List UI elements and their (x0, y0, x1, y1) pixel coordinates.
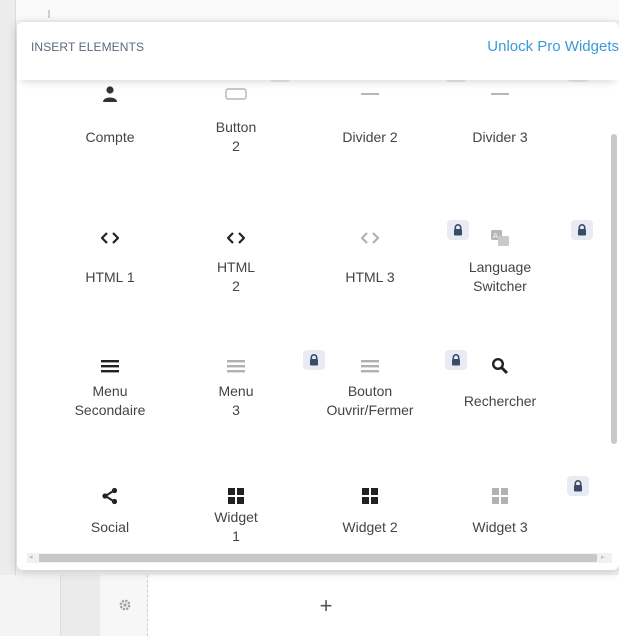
lock-icon (567, 476, 589, 496)
element-tile[interactable]: Menu 3 (171, 338, 325, 458)
element-tile[interactable]: Rechercher (435, 338, 565, 458)
menu-icon (224, 356, 248, 376)
vertical-scrollbar[interactable] (611, 134, 617, 444)
builder-column (60, 575, 100, 636)
element-tile[interactable]: Divider 3 (435, 80, 589, 200)
builder-top-bar (0, 0, 619, 20)
element-tile[interactable]: Bouton Ouvrir/Fermer (305, 338, 467, 458)
element-tile-label: Menu 3 (218, 383, 254, 418)
divider-icon (488, 84, 512, 104)
element-tile[interactable]: HTML 3 (305, 208, 469, 328)
lock-icon (567, 80, 589, 82)
element-tile[interactable]: Widget 1 (171, 466, 301, 550)
element-tile[interactable]: A Language Switcher (435, 208, 593, 328)
element-tile-label: Widget 3 (472, 519, 528, 535)
element-tile[interactable]: Widget 3 (435, 466, 589, 550)
element-tile-label: Compte (85, 129, 135, 145)
widget-icon (488, 486, 512, 506)
element-tile[interactable]: HTML 1 (45, 208, 175, 328)
element-tile-label: Menu Secondaire (74, 383, 146, 418)
lock-icon (571, 220, 593, 240)
builder-row (0, 575, 619, 636)
element-tile[interactable]: HTML 2 (171, 208, 301, 328)
element-tile[interactable]: Social (45, 466, 175, 550)
builder-drop-area[interactable] (148, 575, 619, 636)
code-icon (224, 228, 248, 248)
scroll-right-arrow-icon[interactable]: ▸ (601, 554, 609, 562)
element-tile[interactable]: Button 2 (171, 80, 301, 200)
element-tile-label: Widget 2 (342, 519, 398, 535)
builder-ruler-tick (48, 10, 50, 18)
element-tile-label: Language Switcher (468, 259, 532, 294)
button-icon (224, 84, 248, 104)
element-tile-label: Divider 2 (342, 129, 398, 145)
element-tile-label: Divider 3 (472, 129, 528, 145)
element-tile[interactable]: Compte (45, 80, 175, 200)
code-icon (358, 228, 382, 248)
insert-elements-panel: INSERT ELEMENTS Unlock Pro Widgets Compt… (17, 22, 619, 570)
panel-header: INSERT ELEMENTS Unlock Pro Widgets (17, 22, 619, 80)
element-tile-label: HTML 3 (345, 269, 395, 285)
builder-left-strip (0, 0, 16, 636)
code-icon (98, 228, 122, 248)
element-tile[interactable]: Widget 2 (305, 466, 435, 550)
horizontal-scrollbar-thumb[interactable] (39, 554, 597, 562)
widget-icon (358, 486, 382, 506)
scroll-left-arrow-icon[interactable]: ◂ (29, 554, 37, 562)
add-element-button[interactable]: + (316, 595, 336, 617)
elements-grid: Compte Button 2 Divider 2 Divider 3 HTML 1 HT… (17, 80, 609, 550)
gear-icon[interactable] (117, 598, 133, 614)
element-tile-label: Button 2 (215, 119, 257, 154)
svg-text:A: A (493, 232, 498, 240)
lock-icon (269, 80, 291, 82)
element-tile[interactable]: Menu Secondaire (45, 338, 175, 458)
menu-icon (358, 356, 382, 376)
element-tile-label: Rechercher (463, 393, 537, 409)
search-icon (488, 356, 512, 376)
share-icon (98, 486, 122, 506)
element-tile-label: HTML 1 (85, 269, 135, 285)
menu-icon (98, 356, 122, 376)
divider-icon (358, 84, 382, 104)
panel-title: INSERT ELEMENTS (31, 40, 145, 54)
element-tile-label: Bouton Ouvrir/Fermer (326, 383, 414, 418)
unlock-pro-widgets-link[interactable]: Unlock Pro Widgets (487, 38, 619, 55)
widget-icon (224, 486, 248, 506)
element-tile-label: Widget 1 (214, 509, 258, 544)
element-tile[interactable]: Divider 2 (305, 80, 467, 200)
language-icon: A (488, 228, 512, 248)
element-tile-label: Social (90, 519, 130, 535)
element-tile-label: HTML 2 (216, 259, 256, 294)
user-icon (98, 84, 122, 104)
